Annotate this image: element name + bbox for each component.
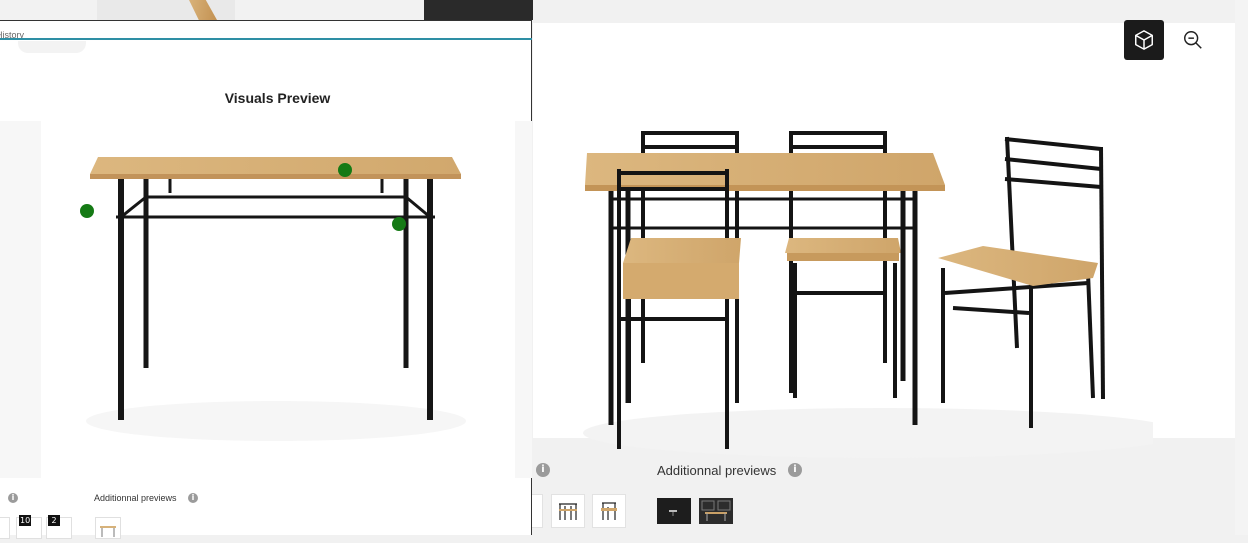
thumbnail-count-badge: 10 bbox=[19, 515, 32, 526]
cube-icon bbox=[1135, 30, 1153, 50]
right-viewer-pane: i Additionnal previews i bbox=[531, 0, 1248, 535]
view-3d-button[interactable] bbox=[1124, 20, 1164, 60]
additional-previews-label: Additionnal previews bbox=[94, 493, 177, 503]
preview-thumbnail[interactable] bbox=[592, 494, 626, 528]
main-preview-area[interactable] bbox=[533, 23, 1235, 458]
info-icon[interactable]: i bbox=[536, 463, 550, 477]
info-icon[interactable]: i bbox=[8, 493, 18, 503]
dining-set-thumbnail-image bbox=[601, 502, 617, 520]
visuals-preview-title: Visuals Preview bbox=[224, 90, 331, 106]
active-tab-indicator bbox=[0, 38, 532, 40]
table-thumbnail-image bbox=[100, 526, 116, 537]
dark-scene-thumbnail-image bbox=[701, 500, 731, 521]
top-thumbnail-strip bbox=[0, 0, 533, 20]
top-dark-panel bbox=[424, 0, 533, 20]
visuals-preview-panel: History Visuals Preview bbox=[0, 20, 532, 539]
additional-preview-thumbnail[interactable] bbox=[95, 517, 121, 539]
additional-preview-thumbnail[interactable] bbox=[699, 498, 733, 524]
additional-preview-thumbnail[interactable] bbox=[657, 498, 691, 524]
dining-set-preview-image bbox=[583, 131, 1153, 458]
zoom-out-button[interactable] bbox=[1175, 22, 1211, 58]
preview-thumbnail[interactable] bbox=[0, 517, 10, 539]
thumbnail-count-badge: 2 bbox=[48, 515, 60, 526]
dark-scene-thumbnail-image bbox=[669, 510, 677, 516]
additional-previews-label: Additionnal previews bbox=[657, 463, 777, 478]
zoom-out-icon bbox=[1184, 31, 1202, 49]
right-scroll-edge bbox=[1235, 0, 1248, 535]
preview-thumbnail[interactable] bbox=[551, 494, 585, 528]
left-editor-window: History Visuals Preview bbox=[0, 0, 533, 539]
tab-pill[interactable] bbox=[18, 41, 86, 53]
additional-previews-info-icon[interactable]: i bbox=[188, 493, 198, 503]
dining-set-thumbnail-image bbox=[559, 503, 577, 520]
additional-previews-info-icon[interactable]: i bbox=[788, 463, 802, 477]
hotspot-marker[interactable] bbox=[80, 204, 94, 218]
hotspot-marker[interactable] bbox=[392, 217, 406, 231]
table-preview-image bbox=[86, 157, 466, 441]
hotspot-marker[interactable] bbox=[338, 163, 352, 177]
